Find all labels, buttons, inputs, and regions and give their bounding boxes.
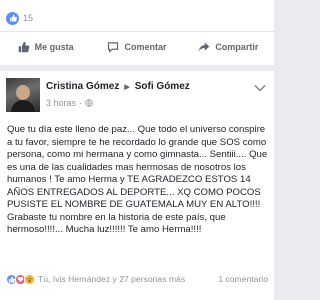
post-text: Que tu día este lleno de paz... Que todo… [7,124,268,235]
like-reaction-icon [6,11,19,25]
post-time[interactable]: 3 horas [46,98,76,108]
share-button[interactable]: Compartir [183,41,274,53]
like-button[interactable]: Me gusta [0,41,91,53]
author-name[interactable]: Cristina Gómez [46,81,119,92]
action-bar: Me gusta Comentar Compartir [0,32,274,62]
separator-dot: · [79,98,83,108]
previous-post-footer: 15 Me gusta Comentar Compartir [0,0,274,65]
comment-icon [108,42,119,53]
arrow-right-icon: ▶ [124,83,130,91]
thumbs-up-icon [18,41,29,53]
reaction-count: 15 [23,13,34,23]
share-icon [199,42,210,52]
post-meta: 3 horas · [46,98,93,108]
globe-icon [85,99,93,107]
reaction-summary-top[interactable]: 15 [6,10,33,26]
chevron-down-icon[interactable] [254,83,266,93]
wow-icon [24,273,35,285]
comment-button[interactable]: Comentar [91,41,182,53]
share-label: Compartir [215,42,259,52]
like-label: Me gusta [34,42,74,52]
post-card: Cristina Gómez ▶ Sofi Gómez 3 horas · Qu… [0,71,274,300]
reaction-icons [6,273,35,285]
post-header: Cristina Gómez ▶ Sofi Gómez [46,81,190,92]
avatar[interactable] [6,78,40,112]
recipient-name[interactable]: Sofi Gómez [135,81,190,92]
reaction-summary-text[interactable]: Tú, Ivis Hernández y 27 personas más [38,274,212,284]
comment-count[interactable]: 1 comentario [218,274,268,284]
post-reactions-row[interactable]: Tú, Ivis Hernández y 27 personas más 1 c… [6,272,268,286]
comment-label: Comentar [124,42,167,52]
